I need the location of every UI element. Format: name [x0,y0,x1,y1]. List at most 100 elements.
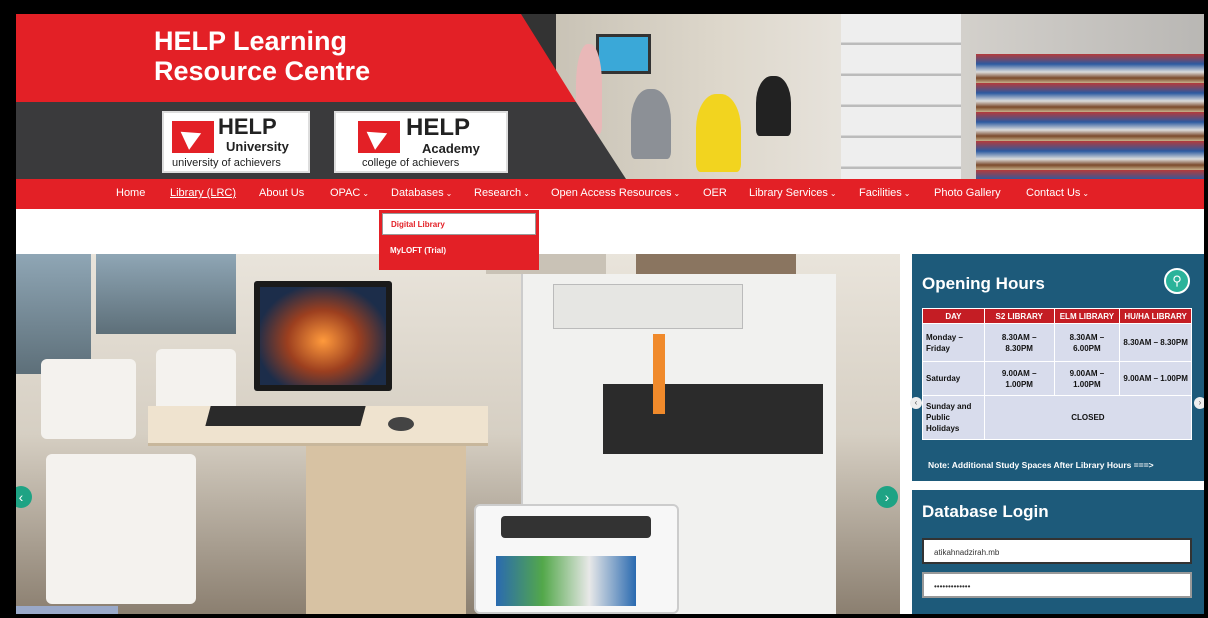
nav-item-label: Research [474,187,522,199]
table-cell: Sunday and Public Holidays [922,395,985,440]
table-header: S2 LIBRARY [983,308,1055,324]
logo-tagline: university of achievers [172,157,281,169]
table-cell: 9.00AM – 1.00PM [983,361,1055,396]
logo-big-text: HELP [406,114,471,141]
header-photo-screen [596,34,651,74]
chevron-down-icon: ⌄ [362,189,370,198]
nav-item-oer[interactable]: OER [703,187,727,199]
hero-air-purifier [474,504,679,614]
table-cell: Monday – Friday [922,323,985,362]
slider-prev-button[interactable]: ‹ [16,486,32,508]
status-bar-strip [16,606,118,614]
copier-tray [603,384,823,454]
nav-item-label: OPAC [330,187,361,199]
hero-keyboard [205,406,366,426]
table-cell: Saturday [922,361,985,396]
table-header: HU/HA LIBRARY [1119,308,1192,324]
opening-hours-panel: Opening Hours ⚲ ‹ › DAY S2 LIBRARY ELM L… [910,254,1204,481]
table-row: Saturday 9.00AM – 1.00PM 9.00AM – 1.00PM… [922,361,1192,396]
chevron-down-icon: ⌄ [829,189,837,198]
nav-item-facilities[interactable]: Facilities ⌄ [859,187,911,199]
logo-small-text: Academy [422,141,480,156]
help-logo-mark-icon [358,121,400,153]
table-row: Sunday and Public Holidays CLOSED [922,395,1193,440]
logo-tagline: college of achievers [362,157,460,169]
nav-item-research[interactable]: Research ⌄ [474,187,530,199]
hero-monitor [254,281,392,391]
nav-item-home[interactable]: Home [116,187,145,199]
database-login-title: Database Login [922,502,1049,521]
chevron-down-icon: ⌄ [673,189,681,198]
site-title-line1: HELP Learning [154,26,348,56]
table-header: DAY [922,308,985,324]
hero-slider[interactable]: ‹ › [16,254,900,614]
nav-item-library-services[interactable]: Library Services ⌄ [749,187,837,199]
copier-scanner [553,284,743,329]
nav-item-open-access[interactable]: Open Access Resources ⌄ [551,187,680,199]
header-photo-person [756,76,791,136]
header-dark-band [16,102,626,179]
nav-item-opac[interactable]: OPAC ⌄ [330,187,369,199]
opening-hours-table: DAY S2 LIBRARY ELM LIBRARY HU/HA LIBRARY… [922,308,1193,440]
purifier-stickers [496,556,636,606]
chevron-down-icon: ⌄ [523,189,530,198]
table-cell: 8.30AM – 8.30PM [983,323,1055,362]
nav-item-label: Library Services [749,187,828,199]
nav-item-databases[interactable]: Databases ⌄ [391,187,452,199]
nav-item-about[interactable]: About Us [259,187,304,199]
table-cell: 8.30AM – 6.00PM [1053,323,1121,362]
header-photo-person [631,89,671,159]
chevron-down-icon: ⌄ [445,189,453,198]
help-logo-mark-icon [172,121,214,153]
hero-window [16,254,91,374]
screenshot-frame: HELP Learning Resource Centre HELP Unive… [0,0,1208,618]
dropdown-item-digital-library[interactable]: Digital Library [382,213,536,235]
table-cell-closed: CLOSED [983,395,1193,440]
help-academy-logo[interactable]: HELP Academy college of achievers [334,111,508,173]
web-page: HELP Learning Resource Centre HELP Unive… [16,14,1204,614]
logo-small-text: University [226,139,289,154]
hero-monitor-screen [260,287,386,385]
header-photo-shelves [841,14,961,179]
hero-mouse [388,417,414,431]
nav-item-label: Databases [391,187,444,199]
site-header: HELP Learning Resource Centre HELP Unive… [16,14,1204,179]
hero-desk-cabinet [306,446,466,614]
nav-item-label: Facilities [859,187,902,199]
table-header: ELM LIBRARY [1053,308,1121,324]
study-spaces-note-link[interactable]: Note: Additional Study Spaces After Libr… [928,460,1154,470]
header-photo-books [976,54,1204,179]
chevron-down-icon: ⌄ [1082,189,1090,198]
purifier-panel [501,516,651,538]
slider-next-button[interactable]: › [876,486,898,508]
header-photo [556,14,1204,179]
table-cell: 9.00AM – 1.00PM [1119,361,1192,396]
hero-chair [41,359,136,439]
nav-item-label: Open Access Resources [551,187,672,199]
chevron-right-icon[interactable]: › [1194,397,1204,409]
nav-item-library[interactable]: Library (LRC) [170,187,236,199]
table-cell: 8.30AM – 8.30PM [1119,323,1192,362]
hero-window [96,254,236,334]
header-photo-person [696,94,741,172]
nav-item-label: Contact Us [1026,187,1081,199]
help-university-logo[interactable]: HELP University university of achievers [162,111,310,173]
nav-item-contact[interactable]: Contact Us ⌄ [1026,187,1089,199]
dropdown-item-myloft[interactable]: MyLOFT (Trial) [382,240,536,262]
logo-big-text: HELP [218,114,277,139]
copier-tag [653,334,665,414]
table-row: Monday – Friday 8.30AM – 8.30PM 8.30AM –… [922,323,1192,362]
chevron-down-icon: ⌄ [903,189,911,198]
chevron-left-icon[interactable]: ‹ [910,397,922,409]
nav-item-photo-gallery[interactable]: Photo Gallery [934,187,1001,199]
main-nav: Home Library (LRC) About Us OPAC ⌄ Databa… [16,179,1204,209]
hero-chair [46,454,196,604]
site-title[interactable]: HELP Learning Resource Centre [154,26,370,86]
search-icon[interactable]: ⚲ [1164,268,1190,294]
password-input[interactable]: ••••••••••••• [922,572,1192,598]
username-input[interactable]: atikahnadzirah.mb [922,538,1192,564]
databases-dropdown: Digital Library MyLOFT (Trial) [379,210,539,270]
database-login-panel: Database Login atikahnadzirah.mb •••••••… [912,490,1204,614]
table-cell: 9.00AM – 1.00PM [1053,361,1121,396]
site-title-line2: Resource Centre [154,56,371,86]
